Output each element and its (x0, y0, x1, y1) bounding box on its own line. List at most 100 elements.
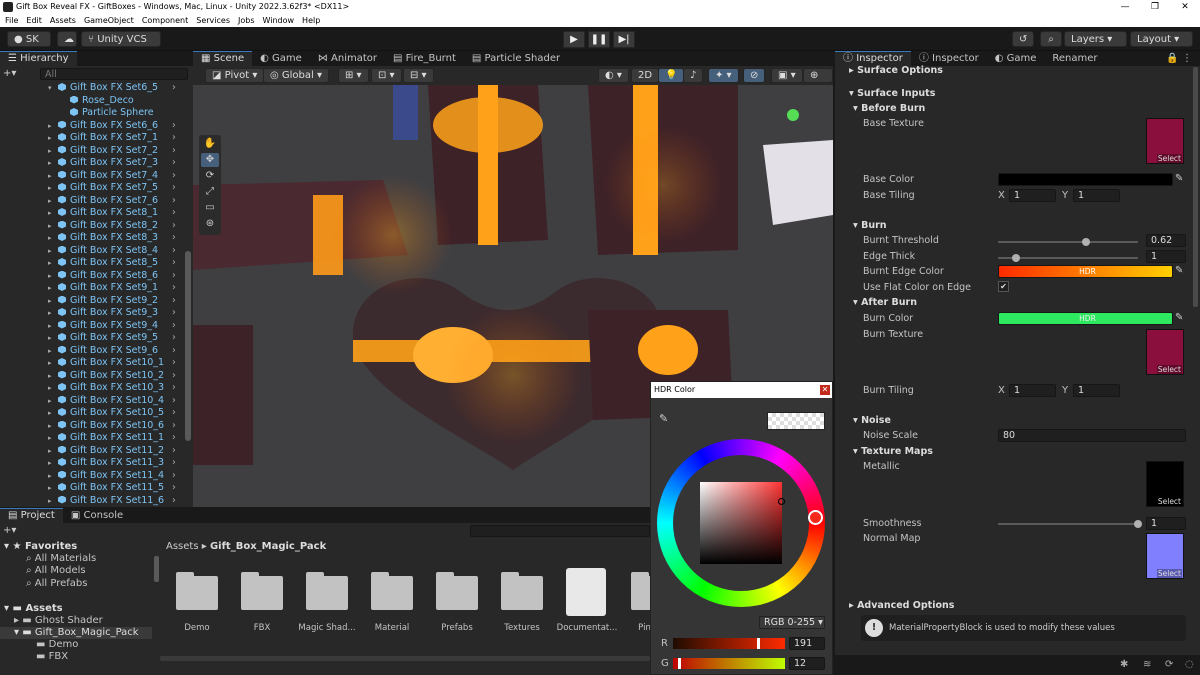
advanced-options-foldout[interactable]: ▸ Advanced Options (849, 600, 954, 611)
favorite-all-prefabs[interactable]: ⌕ All Prefabs (26, 578, 87, 589)
global-dropdown[interactable]: ◎ Global ▾ (263, 68, 330, 83)
hierarchy-row[interactable]: ▸ Gift Box FX Set9_2 › (0, 295, 176, 308)
expand-arrow-icon[interactable]: ▸ (48, 495, 58, 508)
hue-wheel[interactable] (657, 439, 825, 607)
hierarchy-row[interactable]: ▾ Gift Box FX Set6_5 › (0, 82, 176, 95)
chevron-right-icon[interactable]: › (172, 282, 176, 295)
expand-arrow-icon[interactable]: ▸ (48, 220, 58, 233)
expand-arrow-icon[interactable]: ▸ (48, 182, 58, 195)
saturation-value-square[interactable] (700, 482, 782, 564)
base-color-field[interactable] (998, 173, 1173, 186)
menu-component[interactable]: Component (142, 14, 188, 27)
hierarchy-row[interactable]: ▸ Gift Box FX Set9_5 › (0, 332, 176, 345)
hierarchy-row[interactable]: ▸ Gift Box FX Set7_1 › (0, 132, 176, 145)
minimize-button[interactable]: — (1110, 0, 1140, 14)
close-icon[interactable]: ✕ (820, 385, 830, 395)
hierarchy-row[interactable]: ▸ Gift Box FX Set7_3 › (0, 157, 176, 170)
chevron-right-icon[interactable]: › (172, 270, 176, 283)
hierarchy-row[interactable]: ▸ Gift Box FX Set10_3 › (0, 382, 176, 395)
use-flat-color-checkbox[interactable]: ✔ (998, 281, 1009, 292)
tab-particle-shader[interactable]: ▤ Particle Shader (464, 51, 568, 66)
sync-icon[interactable]: ⟳ (1165, 659, 1173, 670)
chevron-right-icon[interactable]: › (172, 82, 176, 95)
folder-icon[interactable] (436, 572, 478, 610)
tab-hierarchy[interactable]: ☰ Hierarchy (0, 51, 77, 66)
effects-icon[interactable]: ✦ ▾ (708, 68, 739, 83)
chevron-right-icon[interactable]: › (172, 245, 176, 258)
asset-label[interactable]: Documentat... (555, 623, 619, 633)
hierarchy-row[interactable]: ▸ Gift Box FX Set11_6 › (0, 495, 176, 508)
chevron-right-icon[interactable]: › (172, 145, 176, 158)
rotate-tool-icon[interactable]: ⟳ (201, 169, 219, 183)
hierarchy-row[interactable]: Rose_Deco (0, 95, 134, 108)
tree-ghost-shader[interactable]: ▸ ▬ Ghost Shader (14, 615, 103, 626)
chevron-right-icon[interactable]: › (172, 182, 176, 195)
hierarchy-row[interactable]: ▸ Gift Box FX Set8_3 › (0, 232, 176, 245)
texture-maps-foldout[interactable]: ▾ Texture Maps (853, 446, 933, 457)
folder-icon[interactable] (371, 572, 413, 610)
expand-arrow-icon[interactable]: ▸ (48, 470, 58, 483)
color-mode-dropdown[interactable]: RGB 0-255 ▾ (759, 616, 825, 629)
tree-fbx[interactable]: ▬ FBX (36, 651, 68, 661)
hierarchy-row[interactable]: ▸ Gift Box FX Set9_4 › (0, 320, 176, 333)
chevron-right-icon[interactable]: › (172, 157, 176, 170)
chevron-right-icon[interactable]: › (172, 420, 176, 433)
hierarchy-row[interactable]: ▸ Gift Box FX Set9_6 › (0, 345, 176, 358)
transform-tool-icon[interactable]: ⊛ (201, 217, 219, 231)
hierarchy-row[interactable]: ▸ Gift Box FX Set11_3 › (0, 457, 176, 470)
edge-thick-slider[interactable] (998, 254, 1138, 262)
expand-arrow-icon[interactable]: ▸ (48, 407, 58, 420)
assets-header[interactable]: ▾ ▬ Assets (4, 603, 63, 614)
chevron-right-icon[interactable]: › (172, 495, 176, 508)
expand-arrow-icon[interactable]: ▸ (48, 295, 58, 308)
chevron-right-icon[interactable]: › (172, 195, 176, 208)
stack-icon[interactable]: ≋ (1143, 659, 1151, 670)
expand-arrow-icon[interactable]: ▸ (48, 482, 58, 495)
burn-tiling-x-field[interactable]: 1 (1009, 384, 1056, 397)
asset-scrollbar[interactable] (160, 656, 650, 661)
tab-inspector-2[interactable]: ⓘ Inspector (911, 51, 987, 66)
r-slider[interactable] (673, 638, 785, 649)
chevron-right-icon[interactable]: › (172, 170, 176, 183)
chevron-right-icon[interactable]: › (172, 382, 176, 395)
chevron-right-icon[interactable]: › (172, 482, 176, 495)
hierarchy-scrollbar[interactable] (185, 251, 191, 441)
tab-renamer[interactable]: Renamer (1044, 51, 1105, 66)
snap-icon[interactable]: ⊡ ▾ (371, 68, 402, 83)
tab-inspector-1[interactable]: ⓘ Inspector (835, 51, 911, 66)
chevron-right-icon[interactable]: › (172, 320, 176, 333)
expand-arrow-icon[interactable]: ▸ (48, 157, 58, 170)
debug-icon[interactable]: ✱ (1120, 659, 1128, 670)
hierarchy-row[interactable]: ▸ Gift Box FX Set7_2 › (0, 145, 176, 158)
expand-arrow-icon[interactable]: ▸ (48, 357, 58, 370)
chevron-right-icon[interactable]: › (172, 470, 176, 483)
burn-texture-slot[interactable]: Select (1146, 329, 1184, 375)
hierarchy-row[interactable]: Particle Sphere (0, 107, 154, 120)
menu-file[interactable]: File (5, 14, 18, 27)
folder-icon[interactable] (176, 572, 218, 610)
hierarchy-row[interactable]: ▸ Gift Box FX Set11_2 › (0, 445, 176, 458)
chevron-right-icon[interactable]: › (172, 332, 176, 345)
hierarchy-row[interactable]: ▸ Gift Box FX Set11_5 › (0, 482, 176, 495)
expand-arrow-icon[interactable]: ▸ (48, 257, 58, 270)
hierarchy-row[interactable]: ▸ Gift Box FX Set8_5 › (0, 257, 176, 270)
burnt-threshold-slider[interactable] (998, 238, 1138, 246)
asset-label[interactable]: Demo (165, 623, 229, 633)
add-icon[interactable]: +▾ (3, 68, 18, 80)
hierarchy-row[interactable]: ▸ Gift Box FX Set8_1 › (0, 207, 176, 220)
hierarchy-row[interactable]: ▸ Gift Box FX Set9_3 › (0, 307, 176, 320)
expand-arrow-icon[interactable]: ▸ (48, 445, 58, 458)
smoothness-slider[interactable] (998, 520, 1142, 528)
shading-icon[interactable]: ◐ ▾ (598, 68, 629, 83)
project-add-icon[interactable]: +▾ (3, 525, 16, 536)
sv-handle[interactable] (778, 498, 785, 505)
scale-tool-icon[interactable]: ⤢ (201, 185, 219, 199)
after-burn-foldout[interactable]: ▾ After Burn (853, 297, 917, 308)
base-tiling-y-field[interactable]: 1 (1073, 189, 1120, 202)
folder-icon[interactable] (501, 572, 543, 610)
rect-tool-icon[interactable]: ▭ (201, 201, 219, 215)
expand-arrow-icon[interactable]: ▸ (48, 382, 58, 395)
pivot-dropdown[interactable]: ◪ Pivot ▾ (205, 68, 265, 83)
play-icon[interactable]: ▶ (563, 31, 585, 48)
chevron-right-icon[interactable]: › (172, 132, 176, 145)
